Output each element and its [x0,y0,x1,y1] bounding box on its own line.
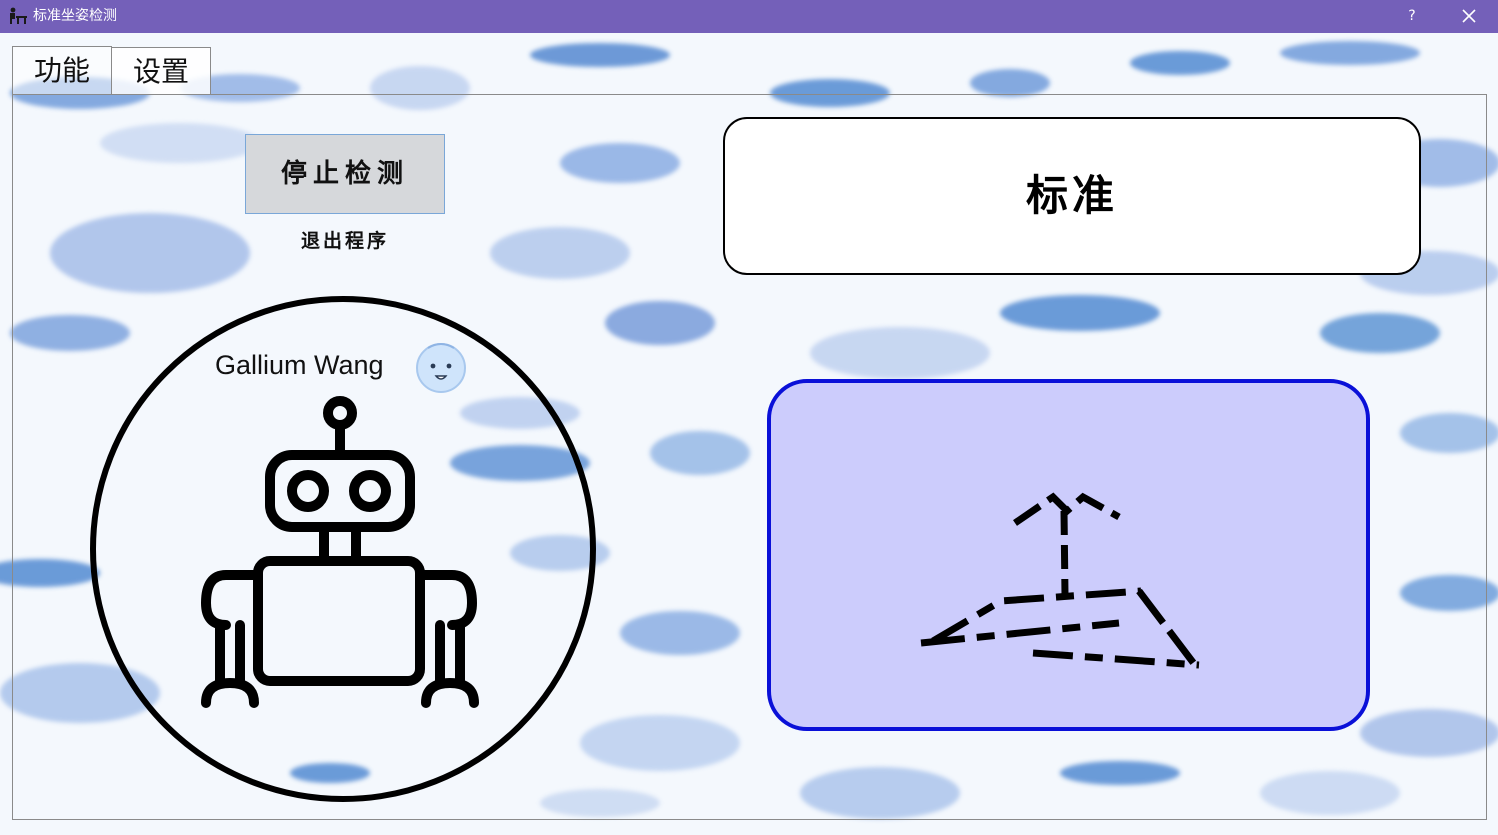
exit-program-button[interactable]: 退出程序 [260,227,430,255]
window-title: 标准坐姿检测 [33,8,117,24]
robot-icon [201,396,479,708]
main-window: 功能 设置 停止检测 退出程序 Gallium Wang 标准 [0,33,1498,835]
desk-person-icon [10,7,27,24]
posture-status: 标准 [723,117,1421,275]
help-button[interactable]: ? [1398,5,1426,27]
pose-skeleton-icon [920,492,1200,669]
title-bar: 标准坐姿检测 ? [0,0,1498,33]
author-name: Gallium Wang [215,350,384,380]
tab-settings[interactable]: 设置 [111,47,211,94]
smiley-face-icon [416,343,466,393]
close-icon[interactable] [1454,4,1484,28]
stop-detection-button[interactable]: 停止检测 [245,134,445,214]
tab-function[interactable]: 功能 [12,46,112,95]
pose-display [767,379,1370,731]
